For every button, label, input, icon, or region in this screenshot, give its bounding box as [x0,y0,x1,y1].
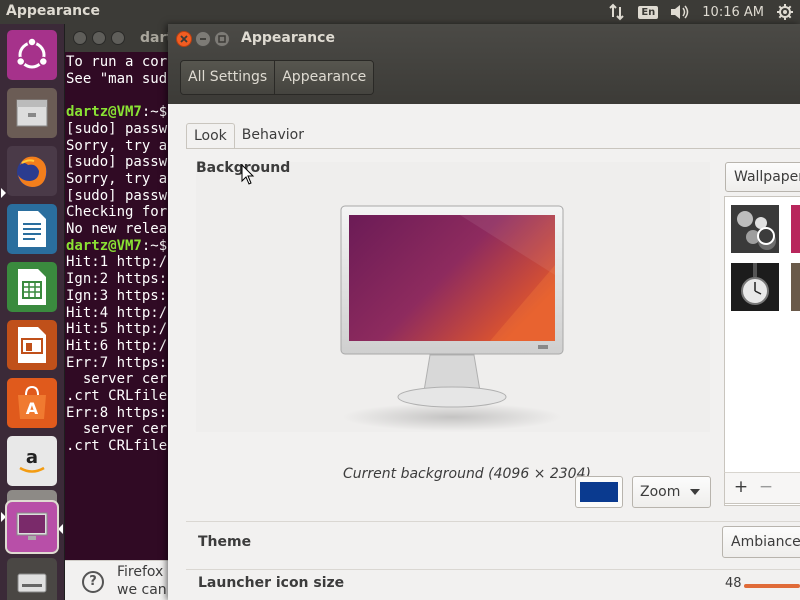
minimize-button[interactable] [195,31,211,47]
terminal-maximize-button[interactable] [111,31,125,45]
color-swatch [580,482,618,502]
terminal-prompt-path: :~$ [141,237,168,254]
tab-behavior[interactable]: Behavior [235,123,311,149]
help-text-line2: we can [117,582,167,598]
appearance-window: Appearance All Settings Appearance Look … [168,24,800,600]
wallpaper-source-select[interactable]: Wallpapers [725,162,800,192]
wallpaper-source-value: Wallpapers [734,169,800,185]
writer-icon[interactable] [7,204,57,254]
help-icon: ? [82,571,104,593]
background-mode-value: Zoom [640,484,681,500]
appearance-app-icon[interactable] [5,500,59,554]
keyboard-icon[interactable]: En [638,5,659,19]
keyboard-layout: En [638,5,659,19]
close-icon [180,35,188,43]
impress-icon[interactable] [7,320,57,370]
top-panel: Appearance En 10:16 AM [0,0,800,24]
top-panel-title: Appearance [6,3,100,19]
launcher-icon-size-slider[interactable] [744,584,800,588]
wallpaper-thumb-brown[interactable] [791,263,800,311]
breadcrumb: All Settings Appearance [180,60,375,95]
all-settings-button[interactable]: All Settings [181,61,275,94]
software-center-icon[interactable]: A [7,378,57,428]
launcher: A a [0,24,65,600]
firefox-icon[interactable] [7,146,57,196]
terminal-prompt: dartz@VM7 [66,104,142,121]
running-indicator [1,512,6,522]
wallpaper-grid [724,196,800,506]
files-icon[interactable] [7,88,57,138]
divider [186,569,800,570]
wallpaper-thumb-clock[interactable] [731,263,779,311]
add-wallpaper-button[interactable]: + [730,477,752,499]
breadcrumb-appearance[interactable]: Appearance [274,61,374,94]
theme-label: Theme [198,534,252,550]
minimize-icon [200,38,206,40]
maximize-icon [218,35,226,43]
selected-check-icon [757,227,775,245]
monitor-preview [340,205,564,431]
drive-icon[interactable] [7,558,57,600]
close-button[interactable] [176,31,192,47]
mouse-cursor-icon [241,164,255,185]
divider [186,521,800,522]
tab-bar: Look Behavior [186,123,311,149]
focused-indicator [58,524,63,534]
terminal-minimize-button[interactable] [92,31,106,45]
maximize-button[interactable] [214,31,230,47]
help-text-line1: Firefox [117,564,164,580]
terminal-prompt-path: :~$ [141,104,168,121]
volume-icon[interactable] [670,4,690,20]
svg-text:A: A [26,399,39,418]
wallpaper-thumb-pink[interactable] [791,205,800,253]
clock[interactable]: 10:16 AM [702,5,764,20]
wallpaper-toolbar: + − [724,472,800,504]
running-indicator [1,188,6,198]
window-titlebar[interactable]: Appearance All Settings Appearance [168,24,800,104]
calc-icon[interactable] [7,262,57,312]
gear-icon[interactable] [776,3,794,21]
tab-look[interactable]: Look [186,123,235,149]
current-background-label: Current background (4096 × 2304) [343,466,591,482]
launcher-icon-size-value: 48 [725,576,742,591]
terminal-close-button[interactable] [73,31,87,45]
amazon-icon[interactable]: a [7,436,57,486]
svg-text:a: a [26,447,38,468]
theme-value: Ambiance [731,534,800,550]
background-mode-select[interactable]: Zoom [632,476,711,508]
chevron-down-icon [690,489,700,495]
appearance-content: Look Behavior Background [168,104,800,600]
help-text: Firefox we can [117,563,167,599]
ubuntu-icon[interactable] [7,30,57,80]
window-title: Appearance [241,30,335,46]
theme-select[interactable]: Ambiance [722,526,800,558]
indicator-area: En 10:16 AM [608,0,794,24]
terminal-prompt: dartz@VM7 [66,237,142,254]
background-color-button[interactable] [575,476,623,508]
launcher-icon-size-label: Launcher icon size [198,575,345,591]
network-icon[interactable] [608,3,626,21]
tab-divider [186,148,800,149]
remove-wallpaper-button[interactable]: − [755,477,777,499]
window-controls [176,31,230,47]
